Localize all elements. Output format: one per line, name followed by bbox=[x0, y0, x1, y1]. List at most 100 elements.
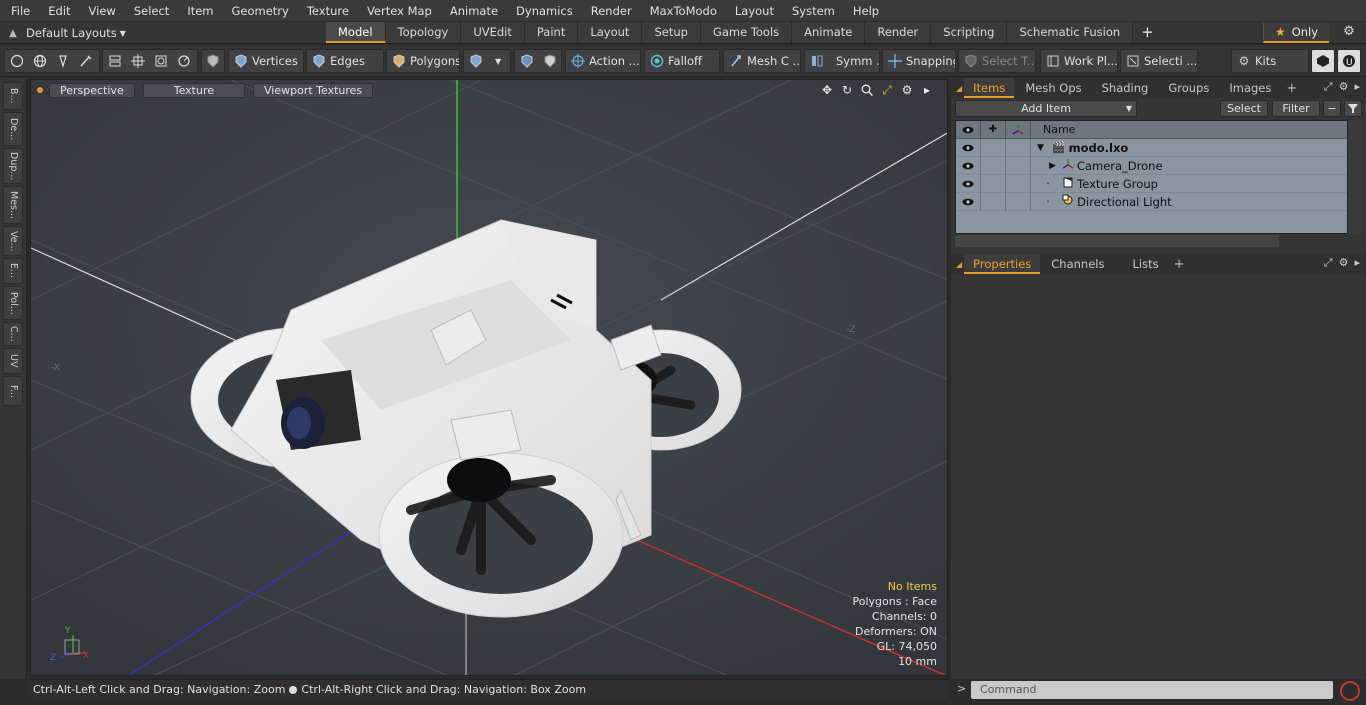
eye-icon[interactable] bbox=[956, 192, 981, 211]
menu-edit[interactable]: Edit bbox=[39, 0, 79, 22]
gear-icon[interactable]: ⚙ bbox=[1339, 24, 1359, 42]
eye-icon[interactable] bbox=[956, 138, 981, 157]
globe-icon[interactable] bbox=[32, 53, 48, 69]
menu-file[interactable]: File bbox=[0, 0, 39, 22]
select-through-button[interactable]: Select T... bbox=[958, 49, 1036, 73]
material-icon[interactable] bbox=[519, 53, 535, 69]
item-mode-button[interactable]: ▼ bbox=[463, 49, 511, 73]
menu-animate[interactable]: Animate bbox=[441, 0, 507, 22]
menu-maxtomodo[interactable]: MaxToModo bbox=[641, 0, 726, 22]
menu-dynamics[interactable]: Dynamics bbox=[507, 0, 582, 22]
tab-animate[interactable]: Animate bbox=[792, 22, 866, 43]
frame-icon[interactable] bbox=[153, 53, 169, 69]
brush-icon[interactable] bbox=[78, 53, 94, 69]
left-tab-basic[interactable]: B... bbox=[3, 82, 23, 110]
tree-row-texture-group[interactable]: • Texture Group bbox=[956, 174, 1347, 193]
action-center-button[interactable]: Action ... bbox=[565, 49, 641, 73]
panel-gear-icon[interactable]: ⚙ bbox=[1339, 256, 1349, 270]
pen-icon[interactable] bbox=[55, 53, 71, 69]
panel-expand-icon[interactable]: ⤢ bbox=[1324, 256, 1333, 270]
menu-view[interactable]: View bbox=[80, 0, 125, 22]
snapping-button[interactable]: Snapping bbox=[882, 49, 956, 73]
maximize-view-icon[interactable]: ⤢ bbox=[879, 82, 895, 98]
left-tab-curve[interactable]: C... bbox=[3, 322, 23, 346]
eye-icon[interactable] bbox=[956, 174, 981, 193]
funnel-icon[interactable] bbox=[1344, 100, 1362, 117]
menu-system[interactable]: System bbox=[783, 0, 844, 22]
item-list-v-scrollbar[interactable] bbox=[1348, 120, 1362, 234]
left-tab-edge[interactable]: E... bbox=[3, 258, 23, 284]
menu-texture[interactable]: Texture bbox=[298, 0, 358, 22]
tab-setup[interactable]: Setup bbox=[642, 22, 701, 43]
menu-select[interactable]: Select bbox=[125, 0, 178, 22]
align-icon[interactable] bbox=[107, 53, 123, 69]
panel-menu-icon[interactable]: ◢ bbox=[956, 260, 962, 269]
only-button[interactable]: ★ Only bbox=[1263, 23, 1329, 43]
tree-row-camera-drone[interactable]: ▶ Camera_Drone bbox=[956, 156, 1347, 175]
tab-scripting[interactable]: Scripting bbox=[931, 22, 1008, 43]
viewport-textures-button[interactable]: Viewport Textures bbox=[253, 82, 374, 98]
name-column-header[interactable]: Name bbox=[1031, 121, 1075, 138]
rotate-view-icon[interactable]: ↻ bbox=[839, 82, 855, 98]
selection-sets-button[interactable]: Selecti ... bbox=[1120, 49, 1198, 73]
filter-button[interactable]: Filter bbox=[1272, 100, 1320, 117]
viewport-scene[interactable]: -X -Z Y X Z bbox=[31, 80, 948, 676]
left-tab-vertex[interactable]: Ve... bbox=[3, 226, 23, 256]
command-input[interactable]: Command bbox=[971, 681, 1333, 699]
rotate-icon[interactable] bbox=[176, 53, 192, 69]
work-plane-button[interactable]: Work Pl... bbox=[1040, 49, 1118, 73]
tab-groups[interactable]: Groups bbox=[1159, 78, 1218, 98]
menu-vertex-map[interactable]: Vertex Map bbox=[358, 0, 441, 22]
add-item-button[interactable]: Add Item ▼ bbox=[955, 100, 1137, 117]
menu-geometry[interactable]: Geometry bbox=[223, 0, 298, 22]
tab-paint[interactable]: Paint bbox=[524, 22, 579, 43]
texture-shading-button[interactable]: Texture bbox=[142, 82, 245, 98]
tab-model[interactable]: Model bbox=[326, 22, 386, 43]
eye-icon[interactable] bbox=[956, 156, 981, 175]
tab-game-tools[interactable]: Game Tools bbox=[700, 22, 793, 43]
tab-schematic-fusion[interactable]: Schematic Fusion bbox=[1007, 22, 1134, 43]
texture-icon[interactable] bbox=[542, 53, 558, 69]
tab-topology[interactable]: Topology bbox=[385, 22, 462, 43]
left-tab-fusion[interactable]: F... bbox=[3, 376, 23, 406]
record-macro-icon[interactable] bbox=[1340, 681, 1360, 701]
mesh-constraint-button[interactable]: Mesh C ... bbox=[723, 49, 801, 73]
unity-icon[interactable] bbox=[1311, 49, 1335, 73]
left-tab-duplicate[interactable]: Dup... bbox=[3, 148, 23, 184]
viewport-settings-icon[interactable]: ⚙ bbox=[899, 82, 915, 98]
3d-viewport[interactable]: -X -Z Y X Z Perspective Texture Viewport… bbox=[30, 79, 948, 676]
tab-layout[interactable]: Layout bbox=[578, 22, 643, 43]
panel-arrow-icon[interactable]: ▸ bbox=[1354, 256, 1360, 270]
panel-menu-icon[interactable]: ◢ bbox=[956, 84, 962, 93]
tab-mesh-ops[interactable]: Mesh Ops bbox=[1016, 78, 1090, 98]
menu-layout[interactable]: Layout bbox=[726, 0, 783, 22]
viewport-menu-dot[interactable] bbox=[37, 87, 43, 93]
panel-expand-icon[interactable]: ⤢ bbox=[1324, 80, 1333, 94]
tab-properties[interactable]: Properties bbox=[964, 254, 1041, 274]
add-panel-tab-icon[interactable]: + bbox=[1280, 81, 1303, 96]
zoom-view-icon[interactable] bbox=[859, 82, 875, 98]
type-column-icon[interactable] bbox=[1006, 121, 1031, 138]
polygons-button[interactable]: Polygons bbox=[386, 49, 460, 73]
layout-up-icon[interactable]: ▲ bbox=[0, 28, 26, 39]
tree-row-directional-light[interactable]: • Directional Light bbox=[956, 192, 1347, 211]
menu-help[interactable]: Help bbox=[844, 0, 888, 22]
tab-items[interactable]: Items bbox=[964, 78, 1015, 98]
panel-gear-icon[interactable]: ⚙ bbox=[1339, 80, 1349, 94]
center-icon[interactable] bbox=[130, 53, 146, 69]
perspective-button[interactable]: Perspective bbox=[49, 82, 135, 98]
item-list-h-scrollbar[interactable] bbox=[955, 235, 1279, 247]
falloff-button[interactable]: Falloff bbox=[644, 49, 720, 73]
add-tab-icon[interactable]: + bbox=[1133, 22, 1162, 44]
expand-triangle-icon[interactable]: ▶ bbox=[1049, 161, 1056, 171]
left-tab-mesh-edit[interactable]: Mes... bbox=[3, 186, 23, 224]
add-panel-tab-icon[interactable]: + bbox=[1168, 257, 1191, 272]
collapse-icon[interactable]: − bbox=[1323, 100, 1341, 117]
menu-item[interactable]: Item bbox=[178, 0, 222, 22]
symmetry-button[interactable]: Symm ... bbox=[804, 49, 880, 73]
visibility-column-eye-icon[interactable] bbox=[956, 121, 981, 138]
lock-column-icon[interactable]: ✚ bbox=[981, 121, 1006, 138]
viewport-expand-icon[interactable]: ▸ bbox=[919, 82, 935, 98]
select-button[interactable]: Select bbox=[1220, 100, 1268, 117]
tab-render[interactable]: Render bbox=[865, 22, 932, 43]
